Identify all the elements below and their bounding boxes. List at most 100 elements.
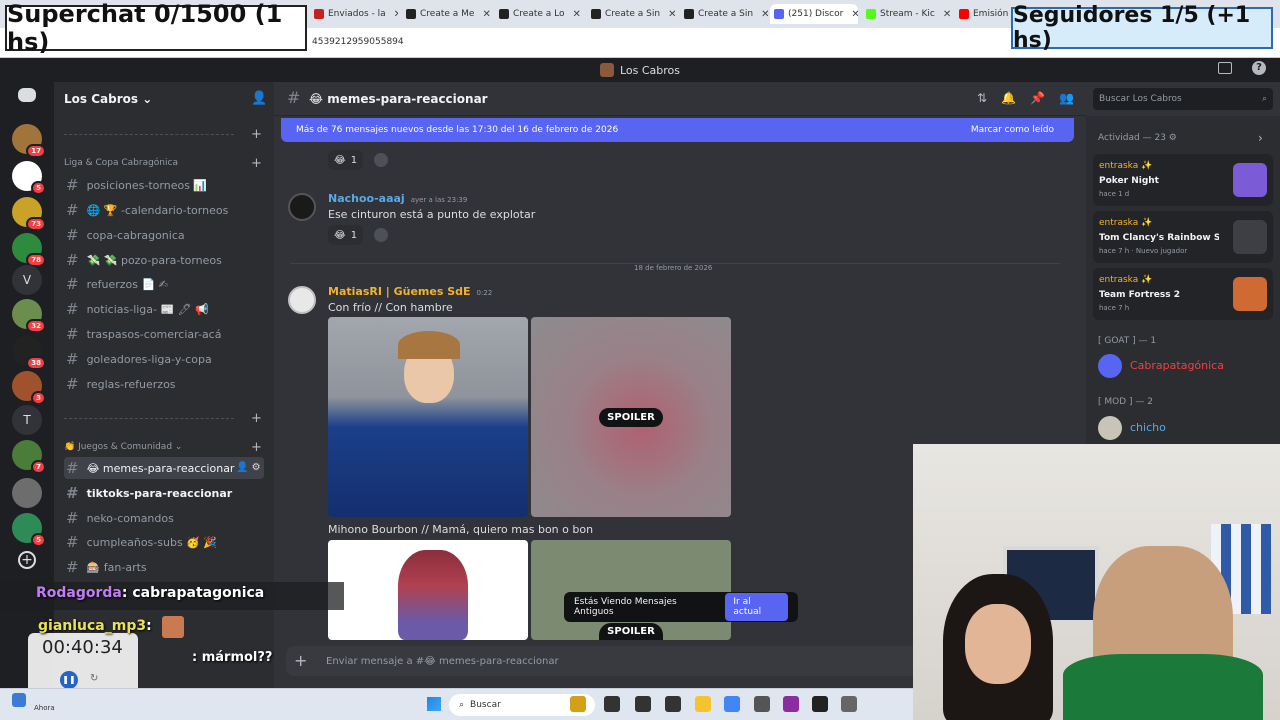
taskbar-app-icon[interactable] [841, 696, 857, 712]
invite-icon[interactable]: 👤 [251, 91, 267, 106]
taskbar-app-icon[interactable] [812, 696, 828, 712]
server-icon[interactable]: T [12, 405, 42, 435]
close-tab-icon[interactable]: ✕ [394, 9, 398, 20]
server-letter: T [23, 413, 31, 427]
followers-goal-overlay: Seguidores 1/5 (+1 hs) [1011, 3, 1273, 53]
server-icon[interactable]: 7 [12, 440, 46, 474]
close-tab-icon[interactable]: ✕ [573, 9, 581, 20]
server-icon[interactable]: 38 [12, 336, 46, 370]
add-channel-icon[interactable]: + [251, 440, 262, 455]
server-icon[interactable]: V [12, 265, 42, 295]
channel-item[interactable]: # posiciones-torneos 📊 [64, 174, 264, 196]
browser-tab[interactable]: (251) Discor ✕ [770, 4, 858, 24]
taskbar-app-icon[interactable] [570, 696, 586, 712]
message-author[interactable]: Nachoo-aaaj ayer a las 23:39 [328, 192, 467, 205]
channel-item[interactable]: # 🌐 🏆 -calendario-torneos [64, 199, 264, 221]
pause-icon[interactable]: ❚❚ [60, 671, 78, 689]
server-icon[interactable]: 5 [12, 513, 46, 547]
browser-tab[interactable]: Create a Lo ✕ [495, 4, 583, 24]
emote-image [162, 616, 184, 638]
server-icon[interactable] [12, 478, 42, 508]
jump-to-present-button[interactable]: Ir al actual [725, 593, 788, 621]
avatar[interactable] [1098, 416, 1122, 440]
message-author[interactable]: MatiasRI | Güemes SdE 0:22 [328, 285, 492, 298]
category-liga[interactable]: Liga & Copa Cabragónica [64, 158, 178, 168]
image-attachment[interactable] [328, 540, 528, 640]
server-icon[interactable]: 32 [12, 299, 46, 333]
browser-tab[interactable]: Enviados - la ✕ [310, 4, 398, 24]
add-server-icon[interactable]: + [18, 551, 36, 569]
close-tab-icon[interactable]: ✕ [761, 9, 768, 20]
taskbar-app-icon[interactable] [665, 696, 681, 712]
channel-item[interactable]: # 😂 memes-para-reaccionar [64, 457, 264, 479]
close-tab-icon[interactable]: ✕ [851, 9, 858, 20]
avatar[interactable] [288, 286, 316, 314]
member-name[interactable]: chicho [1130, 421, 1166, 434]
add-reaction-icon[interactable] [374, 153, 388, 167]
avatar[interactable] [1098, 354, 1122, 378]
taskbar-app-icon[interactable] [604, 696, 620, 712]
avatar[interactable] [288, 193, 316, 221]
server-icon[interactable]: 73 [12, 197, 46, 231]
channel-item[interactable]: # noticias-liga- 📰 🖊 📢 [64, 298, 264, 320]
channel-item[interactable]: # 🎰 fan-arts [64, 556, 264, 578]
new-messages-banner[interactable]: Más de 76 mensajes nuevos desde las 17:3… [281, 118, 1074, 142]
browser-tab[interactable]: Emisión en [955, 4, 1011, 24]
browser-tab[interactable]: Create a Sin ✕ [680, 4, 768, 24]
reaction-button[interactable]: 😂 1 [328, 225, 364, 245]
spoiler-label: SPOILER [599, 623, 663, 640]
channel-item[interactable]: # traspasos-comerciar-acá [64, 323, 264, 345]
add-channel-icon[interactable]: + [251, 156, 262, 171]
channel-item[interactable]: # goleadores-liga-y-copa [64, 348, 264, 370]
close-tab-icon[interactable]: ✕ [943, 9, 950, 20]
channel-name: 🎰 fan-arts [86, 560, 147, 574]
server-icon[interactable]: 5 [12, 161, 46, 195]
channel-item[interactable]: # 💸 💸 pozo-para-torneos [64, 249, 264, 271]
tab-favicon-icon [774, 9, 784, 19]
add-reaction-icon[interactable] [374, 228, 388, 242]
help-icon[interactable]: ? [1252, 61, 1266, 75]
refresh-icon[interactable]: ↻ [90, 673, 98, 684]
taskbar-app-icon[interactable] [635, 696, 651, 712]
tab-favicon-icon [591, 9, 601, 19]
add-channel-icon[interactable]: + [251, 127, 262, 142]
channel-item[interactable]: # tiktoks-para-reaccionar [64, 482, 264, 504]
taskbar-app-icon[interactable] [724, 696, 740, 712]
server-icon[interactable]: 3 [12, 371, 46, 405]
server-icon[interactable]: 78 [12, 233, 46, 267]
attach-plus-icon[interactable]: + [294, 651, 307, 670]
server-name-button[interactable]: Los Cabros ⌄ [64, 92, 152, 106]
member-name[interactable]: Cabrapatagónica [1130, 359, 1224, 372]
taskbar-app-icon[interactable] [783, 696, 799, 712]
taskbar-app-icon[interactable] [695, 696, 711, 712]
header-toolbar-icons[interactable]: ⇅🔔📌👥 [977, 91, 1088, 105]
inbox-icon[interactable] [1218, 62, 1232, 74]
game-icon [1233, 163, 1267, 197]
channel-item[interactable]: # neko-comandos [64, 507, 264, 529]
channel-settings-icon[interactable]: 👤 ⚙ [236, 462, 261, 473]
channel-item[interactable]: # copa-cabragonica [64, 224, 264, 246]
add-channel-icon[interactable]: + [251, 411, 262, 426]
category-juegos[interactable]: 👏 Juegos & Comunidad ⌄ [64, 442, 182, 452]
browser-tab[interactable]: Create a Sin ✕ [587, 4, 675, 24]
windows-start-icon[interactable] [427, 697, 441, 711]
browser-tab[interactable]: Create a Me ✕ [402, 4, 490, 24]
close-tab-icon[interactable]: ✕ [482, 9, 490, 20]
server-icon[interactable]: 17 [12, 124, 46, 158]
channel-item[interactable]: # cumpleaños-subs 🥳 🎉 [64, 531, 264, 553]
spoiler-image[interactable]: SPOILER [531, 540, 731, 640]
close-tab-icon[interactable]: ✕ [668, 9, 675, 20]
reaction-button[interactable]: 😂 1 [328, 150, 364, 170]
taskbar-app-icon[interactable] [754, 696, 770, 712]
search-input[interactable]: Buscar Los Cabros ⌕ [1093, 88, 1273, 110]
channel-item[interactable]: # reglas-refuerzos [64, 373, 264, 395]
channel-name: tiktoks-para-reaccionar [86, 486, 233, 500]
channel-item[interactable]: # refuerzos 📄 ✍ [64, 273, 264, 295]
spoiler-image[interactable]: SPOILER [531, 317, 731, 517]
taskbar-notification-icon[interactable] [12, 693, 26, 707]
browser-tab[interactable]: Stream - Kic ✕ [862, 4, 950, 24]
discord-home-icon[interactable] [18, 88, 36, 102]
chevron-right-icon[interactable]: › [1258, 131, 1263, 145]
mark-as-read-button[interactable]: Marcar como leído [971, 125, 1054, 135]
image-attachment[interactable] [328, 317, 528, 517]
